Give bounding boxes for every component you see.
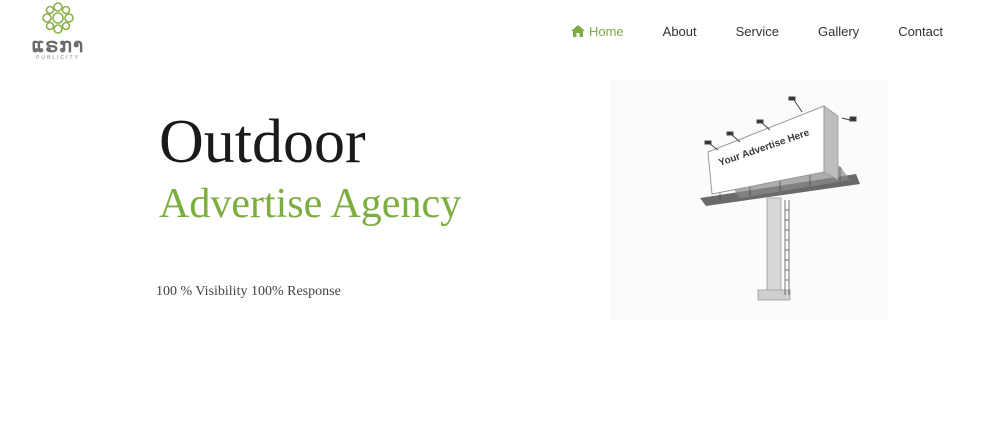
brand-logo[interactable]: ແຣກາ PUBLICITY bbox=[22, 2, 94, 64]
nav-item-label: Service bbox=[735, 23, 779, 39]
nav-item-about[interactable]: About bbox=[663, 24, 697, 39]
nav-item-gallery[interactable]: Gallery bbox=[818, 24, 859, 39]
billboard-image: Your Advertise Here bbox=[610, 80, 888, 320]
nav-item-label: About bbox=[662, 23, 697, 39]
hero-tagline: 100 % Visibility 100% Response bbox=[156, 284, 341, 299]
main-nav: Home About Service Gallery Contact bbox=[570, 22, 943, 40]
logo-subtitle: PUBLICITY bbox=[36, 55, 80, 61]
hero-subtitle: Advertise Agency bbox=[159, 181, 462, 227]
nav-item-label: Contact bbox=[898, 23, 943, 39]
logo-flower-icon bbox=[42, 2, 74, 34]
nav-item-service[interactable]: Service bbox=[736, 24, 779, 39]
home-icon bbox=[570, 25, 585, 37]
nav-item-home[interactable]: Home bbox=[570, 23, 624, 39]
nav-item-label: Home bbox=[588, 23, 624, 39]
hero-title: Outdoor bbox=[159, 108, 366, 176]
nav-item-contact[interactable]: Contact bbox=[898, 24, 943, 39]
nav-item-label: Gallery bbox=[818, 23, 860, 39]
logo-wordmark: ແຣກາ bbox=[31, 35, 85, 57]
